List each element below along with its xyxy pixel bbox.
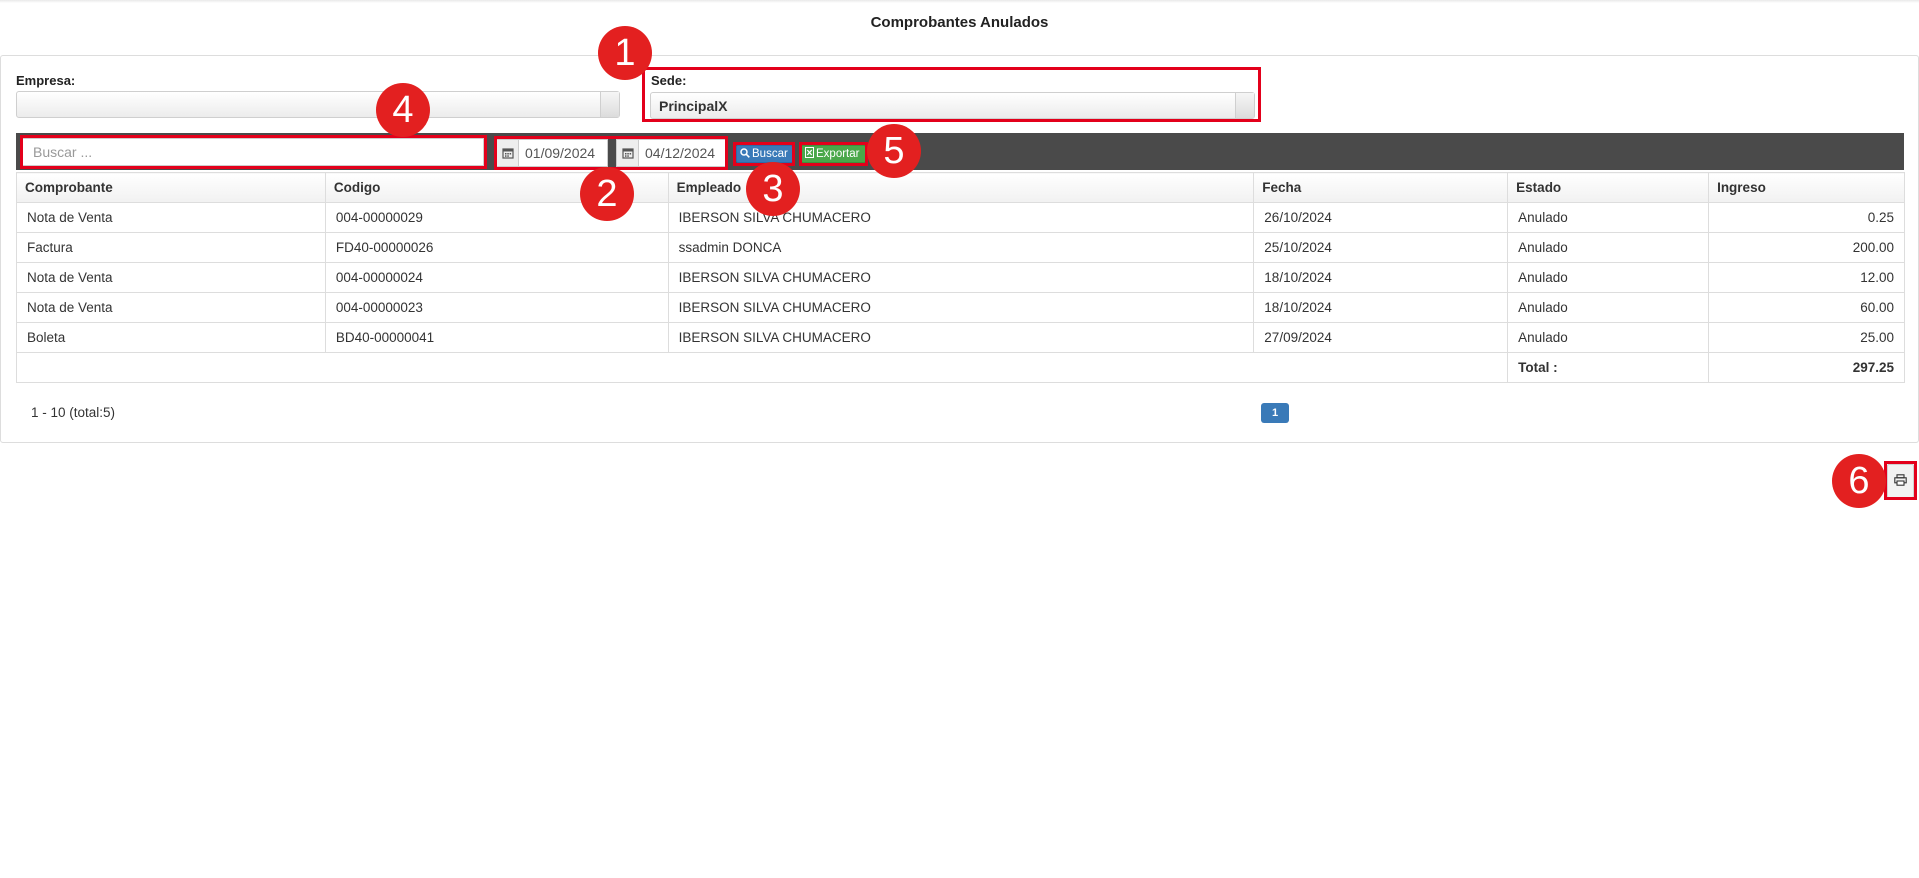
column-header-fecha[interactable]: Fecha <box>1253 172 1509 203</box>
excel-icon <box>805 147 814 161</box>
sede-label: Sede: <box>651 73 687 88</box>
page-title: Comprobantes Anulados <box>870 14 1049 31</box>
cell-estado: Anulado <box>1507 292 1710 323</box>
cell-codigo: BD40-00000041 <box>324 322 669 353</box>
annotation-badge-5: 5 <box>867 124 921 178</box>
annotation-badge-2: 2 <box>580 167 634 221</box>
cell-codigo: 004-00000024 <box>324 262 669 293</box>
cell-ingreso: 25.00 <box>1708 322 1905 353</box>
comprobantes-table: Comprobante Codigo Empleado Fecha Estado… <box>15 172 1905 383</box>
cell-empleado: IBERSON SILVA CHUMACERO <box>667 262 1255 293</box>
print-icon <box>1894 473 1907 489</box>
empresa-dropdown-arrow[interactable] <box>600 92 619 117</box>
cell-ingreso: 200.00 <box>1708 232 1905 263</box>
date-to-value: 04/12/2024 <box>645 145 716 161</box>
table-row[interactable]: Factura FD40-00000026 ssadmin DONCA 25/1… <box>16 232 1905 263</box>
cell-fecha: 26/10/2024 <box>1253 202 1509 233</box>
total-spacer <box>15 352 1509 383</box>
cell-comprobante: Boleta <box>16 322 326 353</box>
table-row[interactable]: Boleta BD40-00000041 IBERSON SILVA CHUMA… <box>16 322 1905 353</box>
buscar-label: Buscar <box>752 148 788 160</box>
date-to-field[interactable]: 04/12/2024 <box>616 139 728 167</box>
annotation-badge-1: 1 <box>598 26 652 80</box>
page-button-1[interactable]: 1 <box>1261 403 1289 423</box>
top-border <box>0 0 1919 3</box>
cell-codigo: 004-00000023 <box>324 292 669 323</box>
cell-codigo: FD40-00000026 <box>324 232 669 263</box>
cell-ingreso: 0.25 <box>1708 202 1905 233</box>
column-header-estado[interactable]: Estado <box>1507 172 1710 203</box>
cell-comprobante: Nota de Venta <box>16 262 326 293</box>
column-header-comprobante[interactable]: Comprobante <box>16 172 326 203</box>
cell-comprobante: Nota de Venta <box>16 202 326 233</box>
empresa-select[interactable] <box>16 91 620 118</box>
search-icon <box>740 147 750 161</box>
buscar-button[interactable]: Buscar <box>736 145 793 163</box>
pagination-info: 1 - 10 (total:5) <box>31 405 116 420</box>
cell-empleado: IBERSON SILVA CHUMACERO <box>667 322 1255 353</box>
table-row[interactable]: Nota de Venta 004-00000029 IBERSON SILVA… <box>16 202 1905 233</box>
sede-select[interactable]: PrincipalX <box>650 92 1255 119</box>
cell-estado: Anulado <box>1507 322 1710 353</box>
cell-comprobante: Nota de Venta <box>16 292 326 323</box>
print-button[interactable] <box>1887 464 1914 498</box>
cell-fecha: 18/10/2024 <box>1253 292 1509 323</box>
cell-fecha: 18/10/2024 <box>1253 262 1509 293</box>
annotation-badge-6: 6 <box>1832 454 1886 508</box>
cell-estado: Anulado <box>1507 262 1710 293</box>
cell-estado: Anulado <box>1507 232 1710 263</box>
annotation-badge-3: 3 <box>746 162 800 216</box>
table-header-row: Comprobante Codigo Empleado Fecha Estado… <box>16 172 1905 203</box>
sede-dropdown-arrow[interactable] <box>1235 93 1254 118</box>
exportar-button[interactable]: Exportar <box>801 145 866 163</box>
cell-fecha: 25/10/2024 <box>1253 232 1509 263</box>
cell-empleado: ssadmin DONCA <box>667 232 1255 263</box>
calendar-icon <box>617 140 639 166</box>
total-value: 297.25 <box>1708 352 1905 383</box>
cell-ingreso: 60.00 <box>1708 292 1905 323</box>
cell-empleado: IBERSON SILVA CHUMACERO <box>667 292 1255 323</box>
sede-select-value: PrincipalX <box>659 98 728 114</box>
date-from-field[interactable]: 01/09/2024 <box>496 139 608 167</box>
calendar-icon <box>497 140 519 166</box>
cell-fecha: 27/09/2024 <box>1253 322 1509 353</box>
cell-ingreso: 12.00 <box>1708 262 1905 293</box>
exportar-label: Exportar <box>816 148 860 160</box>
column-header-ingreso[interactable]: Ingreso <box>1708 172 1905 203</box>
annotation-badge-4: 4 <box>376 83 430 137</box>
table-row[interactable]: Nota de Venta 004-00000024 IBERSON SILVA… <box>16 262 1905 293</box>
date-from-value: 01/09/2024 <box>525 145 596 161</box>
cell-comprobante: Factura <box>16 232 326 263</box>
cell-estado: Anulado <box>1507 202 1710 233</box>
empresa-label: Empresa: <box>16 73 76 88</box>
total-row: Total : 297.25 <box>15 352 1905 383</box>
table-row[interactable]: Nota de Venta 004-00000023 IBERSON SILVA… <box>16 292 1905 323</box>
search-input[interactable] <box>22 138 484 166</box>
total-label: Total : <box>1507 352 1710 383</box>
